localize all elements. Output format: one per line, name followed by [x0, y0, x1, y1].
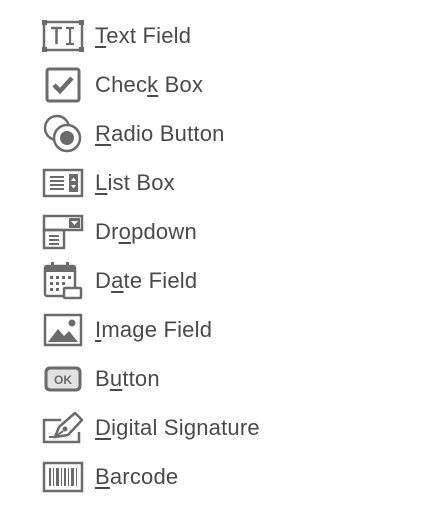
menu-item-image-field[interactable]: Image Field [40, 308, 420, 352]
menu-item-digital-signature[interactable]: Digital Signature [40, 406, 420, 450]
image-icon [40, 310, 86, 350]
list-box-icon [40, 163, 86, 203]
menu-item-check-box[interactable]: Check Box [40, 63, 420, 107]
barcode-icon [40, 457, 86, 497]
menu-item-label: Date Field [95, 268, 198, 293]
menu-item-text-field[interactable]: Text Field [40, 14, 420, 58]
ok-button-icon: OK [40, 359, 86, 399]
calendar-icon [40, 261, 86, 301]
menu-item-label: List Box [95, 170, 175, 195]
menu-item-button[interactable]: OK Button [40, 357, 420, 401]
form-field-menu: Text Field Check Box Radio Button List B… [0, 0, 441, 506]
menu-item-label: Barcode [95, 464, 179, 489]
menu-item-list-box[interactable]: List Box [40, 161, 420, 205]
menu-item-label: Text Field [95, 23, 192, 48]
menu-item-label: Radio Button [95, 121, 225, 146]
radio-button-icon [40, 114, 86, 154]
text-field-icon [40, 16, 86, 56]
check-box-icon [40, 65, 86, 105]
menu-item-label: Check Box [95, 72, 204, 97]
menu-item-barcode[interactable]: Barcode [40, 455, 420, 499]
ok-button-icon-text: OK [54, 373, 72, 387]
signature-pen-icon [40, 408, 86, 448]
dropdown-icon [40, 212, 86, 252]
menu-item-dropdown[interactable]: Dropdown [40, 210, 420, 254]
menu-item-radio-button[interactable]: Radio Button [40, 112, 420, 156]
menu-item-label: Dropdown [95, 219, 197, 244]
menu-item-label: Image Field [95, 317, 213, 342]
menu-item-label: Digital Signature [95, 415, 260, 440]
menu-item-label: Button [95, 366, 160, 391]
menu-item-date-field[interactable]: Date Field [40, 259, 420, 303]
